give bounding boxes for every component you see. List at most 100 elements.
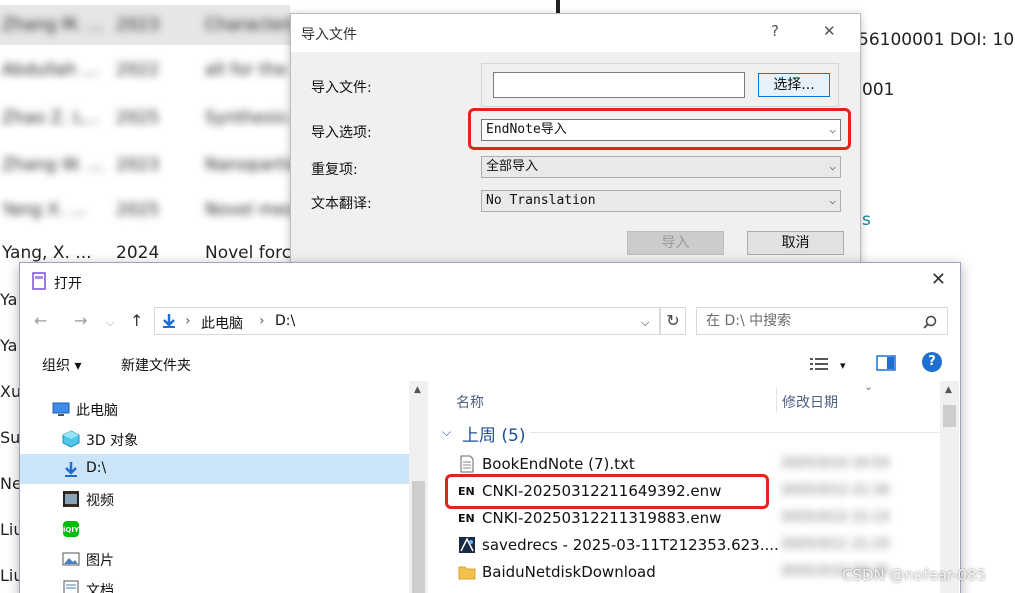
nav-item-3d-objects[interactable]: 3D 对象	[20, 424, 410, 454]
svg-text:iQIY: iQIY	[63, 526, 80, 534]
group-divider	[530, 432, 940, 433]
import-file-path-input[interactable]	[493, 72, 745, 98]
nav-item-videos[interactable]: 视频	[20, 484, 410, 514]
duplicates-label: 重复项:	[311, 162, 358, 178]
up-arrow-icon[interactable]: ↑	[130, 311, 143, 330]
pictures-icon	[62, 552, 80, 566]
breadcrumb-drive-d[interactable]: D:\	[275, 313, 295, 329]
view-chevron-icon[interactable]: ▾	[840, 359, 846, 372]
breadcrumb-separator-icon: ›	[185, 313, 191, 329]
search-box[interactable]	[696, 307, 948, 335]
chevron-down-icon: ⌵	[829, 160, 836, 173]
reference-doi-text: 56100001 DOI: 10.3	[858, 30, 1015, 50]
file-modified-date: 2025/3/11 21:23	[781, 537, 890, 552]
reference-author: Yang X. ...	[2, 200, 87, 220]
translation-select[interactable]: No Translation ⌵	[481, 190, 841, 212]
file-name: savedrecs - 2025-03-11T212353.623....	[482, 536, 779, 554]
column-header-name[interactable]: 名称	[456, 392, 484, 412]
watermark: CSDN @nofear-085	[842, 566, 987, 584]
nav-pane-scroll-thumb[interactable]	[412, 481, 425, 593]
reference-author: Yang, X. ...	[2, 243, 92, 263]
reference-author: Zhao Z. L...	[2, 108, 99, 128]
reference-row[interactable]: Zhang M. ... 2023 Characteriz	[0, 5, 303, 45]
nav-item-pictures[interactable]: 图片	[20, 544, 410, 574]
address-bar[interactable]: › 此电脑 › D:\ ⌵	[154, 307, 660, 335]
file-pane-scrollbar[interactable]: ▲	[940, 381, 959, 593]
folder-icon	[458, 566, 476, 580]
nav-item-iqiyi[interactable]: iQIY	[20, 514, 410, 544]
column-divider	[776, 387, 777, 413]
sort-chevron-icon: ⌄	[864, 380, 874, 393]
close-icon[interactable]: ✕	[931, 269, 946, 290]
file-name: CNKI-20250312211319883.enw	[482, 509, 722, 527]
reference-title: Novel forc	[205, 243, 292, 263]
help-icon[interactable]: ?	[922, 352, 942, 372]
cube-3d-icon	[62, 430, 80, 448]
help-icon[interactable]: ?	[771, 22, 779, 40]
file-pane-scroll-thumb[interactable]	[943, 405, 956, 427]
view-options-icon[interactable]	[810, 357, 828, 371]
organize-menu[interactable]: 组织 ▾	[42, 355, 81, 375]
download-arrow-icon	[163, 314, 175, 328]
import-dialog-titlebar: 导入文件 ? ✕	[291, 14, 860, 52]
reference-number-text: 001	[862, 80, 895, 100]
documents-icon	[63, 580, 79, 593]
import-option-label: 导入选项:	[311, 125, 372, 141]
import-button[interactable]: 导入	[627, 231, 724, 255]
cancel-button[interactable]: 取消	[747, 231, 844, 255]
scroll-up-icon[interactable]: ▲	[414, 385, 421, 395]
reference-row[interactable]: Zhao Z. L... 2025 Synthesis of	[0, 98, 309, 138]
reference-title: all for the	[205, 60, 287, 80]
reference-row[interactable]: Yang X. ... 2025 Novel mech	[0, 190, 306, 230]
nav-item-label: 文档	[86, 583, 114, 593]
refresh-icon[interactable]: ↻	[660, 307, 686, 335]
reference-row[interactable]: Zhang W. ... 2023 Nanoparticle	[0, 145, 313, 185]
nav-item-label: 图片	[86, 553, 114, 569]
column-header-modified[interactable]: 修改日期	[782, 392, 838, 412]
reference-author: Zhang M. ...	[2, 15, 104, 35]
import-file-label: 导入文件:	[311, 80, 372, 96]
nav-item-documents[interactable]: 文档	[20, 574, 410, 593]
open-dialog-title: 打开	[54, 276, 82, 292]
text-file-icon	[460, 455, 474, 473]
group-header-last-week[interactable]: 上周 (5)	[462, 421, 525, 446]
scroll-up-icon[interactable]: ▲	[945, 385, 952, 395]
search-icon[interactable]	[923, 315, 937, 329]
app-document-icon	[32, 272, 46, 290]
choose-file-button[interactable]: 选择...	[758, 73, 830, 97]
file-row[interactable]: savedrecs - 2025-03-11T212353.623.... 20…	[450, 533, 930, 559]
file-name: BookEndNote (7).txt	[482, 455, 635, 473]
reference-year: 2023	[116, 155, 160, 175]
reference-author: Abdullah ...	[2, 60, 99, 80]
close-icon[interactable]: ✕	[823, 22, 836, 40]
highlight-box	[445, 474, 769, 509]
savedrecs-file-icon	[459, 537, 475, 553]
nav-pane-scrollbar[interactable]: ▲	[409, 381, 428, 593]
reference-year: 2025	[116, 108, 160, 128]
svg-text:EN: EN	[458, 512, 475, 525]
file-row[interactable]: EN CNKI-20250312211319883.enw 2025/3/12 …	[450, 506, 930, 532]
video-icon	[63, 491, 79, 507]
new-folder-button[interactable]: 新建文件夹	[121, 355, 191, 375]
recent-locations-chevron-icon[interactable]: ⌵	[106, 316, 114, 330]
preview-pane-icon[interactable]	[876, 355, 896, 371]
navigation-pane: 此电脑 3D 对象 D:\ 视频 iQIY 图片 文档 ▲	[20, 381, 428, 593]
file-modified-date: 2025/3/12 21:13	[781, 510, 890, 525]
file-list-pane: 名称 ⌄ 修改日期 ⌵ 上周 (5) BookEndNote (7).txt 2…	[430, 380, 960, 593]
back-arrow-icon[interactable]: ←	[34, 311, 47, 330]
import-file-dialog: 导入文件 ? ✕ 导入文件: 选择... 导入选项: EndNote导入 ⌵ 重…	[290, 13, 861, 265]
reference-link-fragment[interactable]: s	[862, 210, 871, 230]
iqiyi-icon: iQIY	[63, 521, 80, 537]
breadcrumb-this-pc[interactable]: 此电脑	[201, 313, 243, 333]
duplicates-select[interactable]: 全部导入 ⌵	[481, 156, 841, 178]
search-input[interactable]	[697, 308, 917, 334]
file-modified-date: 2025/3/12 21:16	[781, 483, 890, 498]
address-history-chevron-icon[interactable]: ⌵	[641, 316, 649, 330]
file-modified-date: 2025/3/14 10:53	[781, 456, 890, 471]
nav-item-drive-d[interactable]: D:\	[20, 454, 410, 484]
reference-row[interactable]: Abdullah ... 2022 all for the	[0, 50, 290, 90]
nav-item-this-pc[interactable]: 此电脑	[20, 394, 410, 424]
import-dialog-title: 导入文件	[301, 27, 357, 43]
group-collapse-chevron-icon[interactable]: ⌵	[442, 425, 451, 440]
forward-arrow-icon[interactable]: →	[74, 311, 87, 330]
